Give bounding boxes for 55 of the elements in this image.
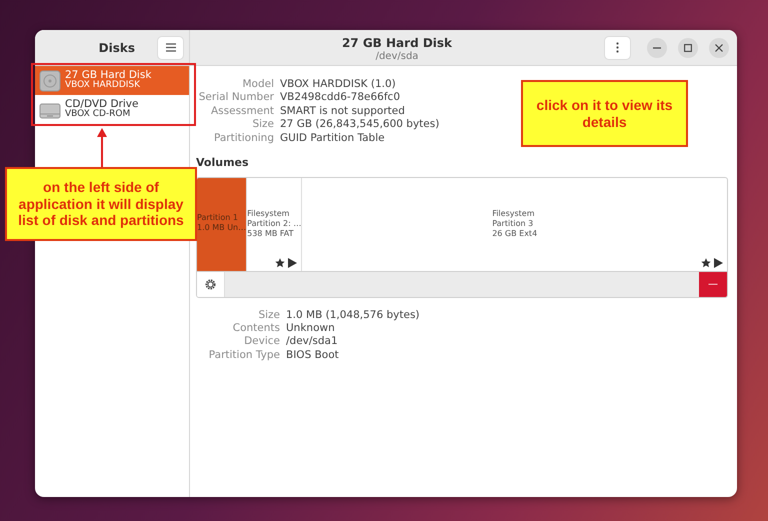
- volumes-heading: Volumes: [196, 155, 250, 172]
- play-icon: [288, 258, 298, 268]
- field-value: VBOX HARDDISK (1.0): [280, 78, 396, 92]
- partition-label: 26 GB Ext4: [492, 228, 538, 239]
- field-label: Size: [258, 308, 280, 322]
- partition-label: Filesystem: [247, 208, 290, 219]
- field-label: Model: [242, 78, 274, 92]
- field-label: Partitioning: [214, 132, 274, 146]
- field-value: VB2498cdd6-78e66fc0: [280, 91, 400, 105]
- drive-name: 27 GB Hard Disk: [65, 70, 152, 81]
- drive-model: VBOX HARDDISK: [65, 81, 142, 92]
- field-value: /dev/sda1: [286, 335, 338, 349]
- field-label: Device: [244, 335, 280, 349]
- field-value: BIOS Boot: [286, 348, 339, 362]
- field-value: Unknown: [286, 322, 335, 336]
- drive-item[interactable]: 27 GB Hard Disk VBOX HARDDISK: [35, 66, 189, 95]
- field-label: Size: [252, 118, 274, 132]
- field-value: GUID Partition Table: [280, 132, 385, 146]
- window-title: 27 GB Hard Disk: [342, 34, 452, 51]
- drive-item[interactable]: CD/DVD Drive VBOX CD-ROM: [35, 95, 189, 124]
- close-button[interactable]: [709, 38, 729, 58]
- partition-label: 538 MB FAT: [247, 228, 294, 239]
- field-value: 1.0 MB (1,048,576 bytes): [286, 308, 420, 322]
- partition-label: Partition 1: [197, 212, 239, 223]
- settings-button[interactable]: [197, 272, 225, 297]
- partition-label: Filesystem: [492, 208, 536, 219]
- delete-partition-button[interactable]: —: [699, 272, 727, 297]
- menu-icon: [166, 43, 176, 52]
- partition-label: Partition 2: …: [247, 218, 302, 229]
- arrow-icon: [96, 127, 108, 167]
- star-icon: [275, 258, 286, 268]
- partition-segment[interactable]: Filesystem Partition 3 26 GB Ext4: [302, 178, 727, 271]
- minimize-icon: [653, 46, 661, 48]
- menu-button[interactable]: [157, 36, 184, 60]
- field-value: 27 GB (26,843,545,600 bytes): [280, 118, 440, 132]
- field-label: Assessment: [211, 104, 274, 118]
- annotation-callout: on the left side of application it will display list of disk and partitions: [5, 167, 197, 241]
- close-icon: [715, 44, 723, 52]
- field-label: Partition Type: [208, 348, 280, 362]
- window-subtitle: /dev/sda: [376, 52, 418, 62]
- partition-label: 1.0 MB Un…: [197, 222, 246, 233]
- maximize-button[interactable]: [678, 38, 698, 58]
- partition-label: Partition 3: [492, 218, 534, 229]
- maximize-icon: [684, 44, 692, 52]
- field-value: SMART is not supported: [280, 104, 405, 118]
- annotation-callout: click on it to view its details: [521, 80, 688, 147]
- drive-model: VBOX CD-ROM: [65, 110, 132, 120]
- field-label: Contents: [232, 322, 280, 336]
- field-label: Serial Number: [198, 91, 274, 105]
- drive-name: CD/DVD Drive: [65, 98, 138, 110]
- kebab-icon: [616, 42, 619, 53]
- star-icon: [701, 258, 711, 268]
- gear-icon: [204, 278, 217, 291]
- sidebar-title: Disks: [98, 40, 135, 56]
- play-icon: [714, 258, 723, 268]
